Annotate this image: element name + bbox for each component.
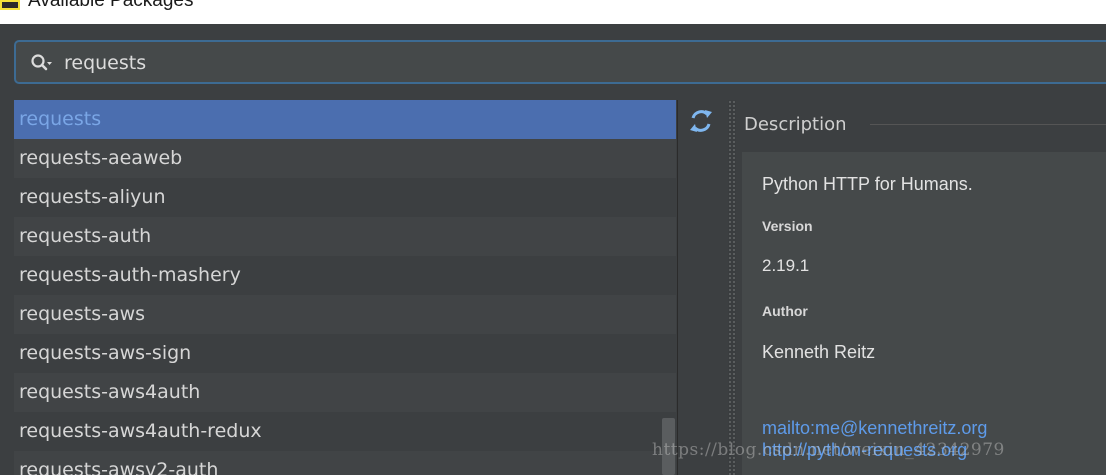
author-email-link[interactable]: mailto:me@kennethreitz.org — [762, 418, 987, 439]
package-item[interactable]: requests-auth-mashery — [14, 256, 676, 295]
search-icon[interactable] — [30, 53, 52, 75]
description-divider — [870, 124, 1106, 125]
package-item[interactable]: requests — [14, 100, 676, 139]
package-item[interactable]: requests-auth — [14, 217, 676, 256]
search-input[interactable] — [64, 48, 964, 78]
available-packages-dialog: Available Packages requestsrequests-aeaw… — [0, 0, 1106, 475]
package-item[interactable]: requests-aws4auth — [14, 373, 676, 412]
search-field[interactable] — [14, 40, 1106, 84]
window-title: Available Packages — [28, 0, 194, 11]
panel-splitter[interactable] — [728, 100, 736, 475]
package-list[interactable]: requests requests-aeaweb requests-aliyun re… — [14, 100, 676, 475]
author-value: Kenneth Reitz — [762, 342, 876, 362]
author-label: Author — [762, 303, 808, 319]
package-item[interactable]: requests-aeaweb — [14, 139, 676, 178]
pycharm-icon — [0, 0, 20, 10]
description-header: Description — [744, 114, 847, 135]
description-panel: Python HTTP for Humans. Version 2.19.1 A… — [742, 152, 1106, 475]
package-item[interactable]: requests-aws-sign — [14, 334, 676, 373]
package-item[interactable]: requests-aws — [14, 295, 676, 334]
version-label: Version — [762, 218, 813, 234]
watermark: https://blog.csdn.net/weixin_42342979 — [652, 440, 1005, 460]
package-item[interactable]: requests-awsv2-auth — [14, 451, 676, 475]
package-summary: Python HTTP for Humans. — [762, 174, 973, 194]
title-bar: Available Packages — [0, 0, 1106, 24]
reload-icon[interactable] — [688, 108, 714, 134]
list-toolbar — [677, 100, 729, 475]
package-item[interactable]: requests-aliyun — [14, 178, 676, 217]
version-value: 2.19.1 — [762, 256, 810, 275]
package-item[interactable]: requests-aws4auth-redux — [14, 412, 676, 451]
